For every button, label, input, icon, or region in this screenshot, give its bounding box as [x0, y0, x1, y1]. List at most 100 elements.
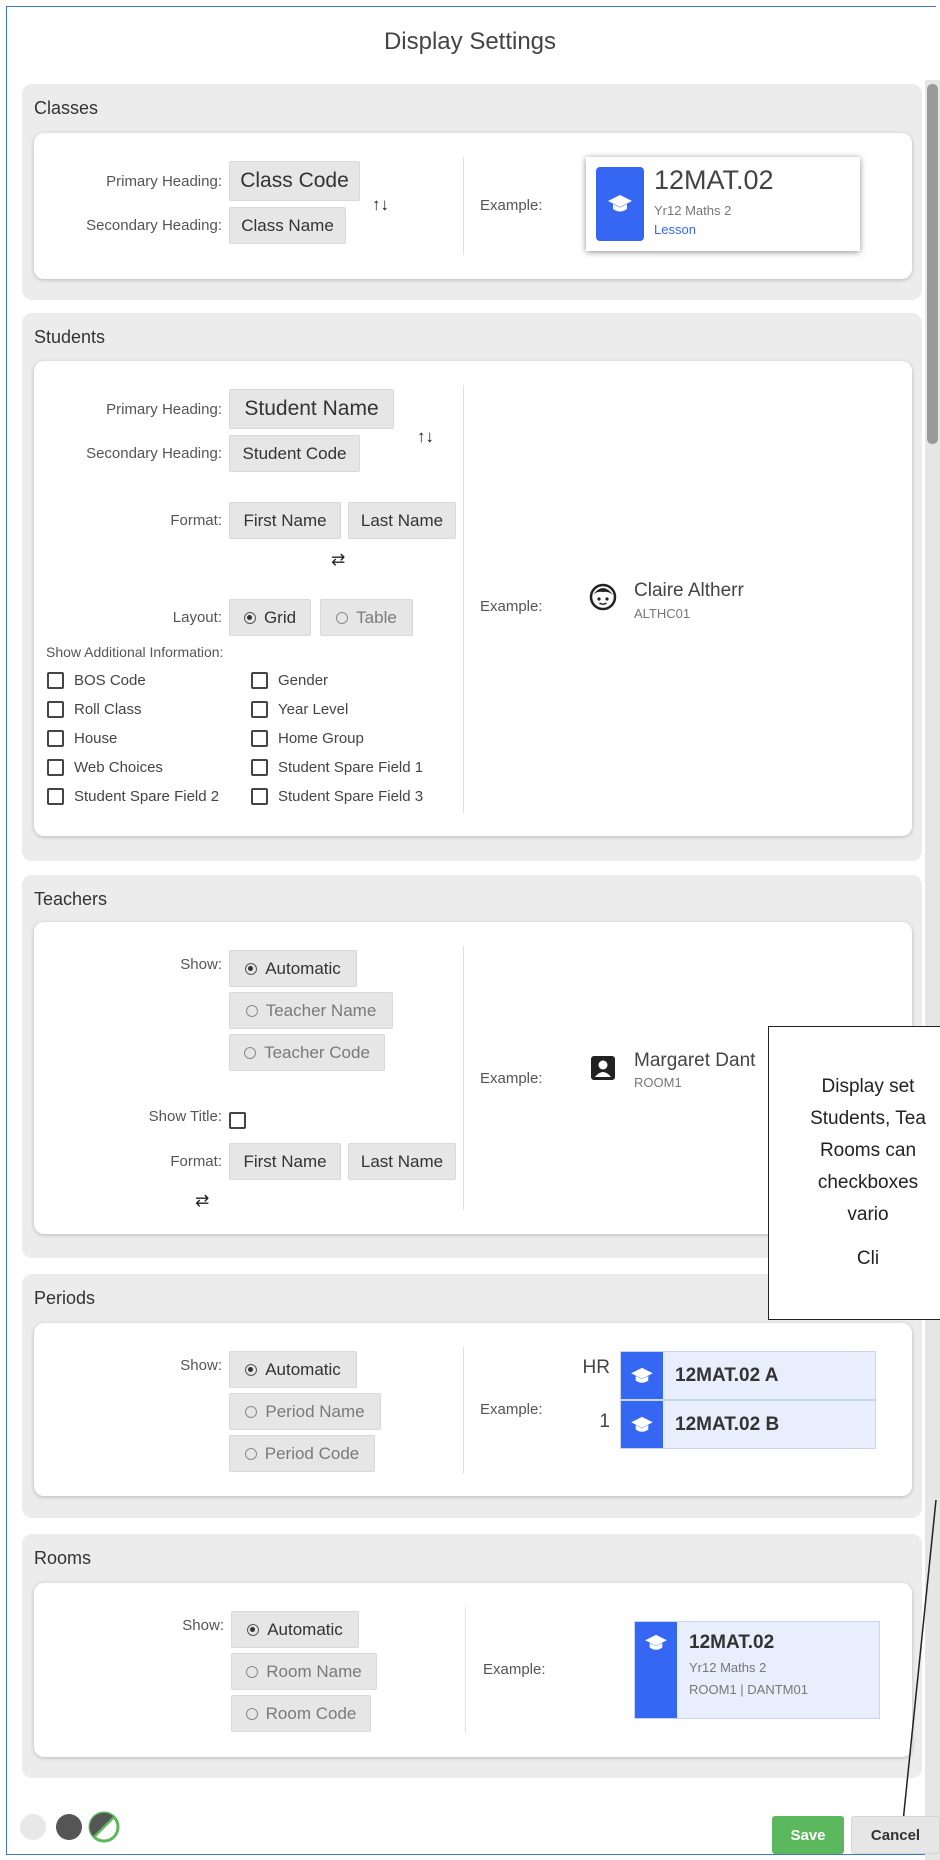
example-label: Example: [480, 1401, 543, 1418]
format-last-name-button[interactable]: Last Name [348, 1143, 456, 1180]
room-show-name-radio[interactable]: Room Name [231, 1653, 377, 1690]
swap-headings-icon[interactable]: ↑↓ [417, 427, 434, 447]
section-title: Students [34, 327, 106, 347]
checkbox-bos-code[interactable]: BOS Code [47, 672, 146, 689]
scrollbar-thumb[interactable] [927, 84, 938, 444]
radio-empty-icon [245, 1405, 258, 1418]
primary-heading-button[interactable]: Student Name [229, 389, 394, 429]
show-title-label: Show Title: [148, 1108, 222, 1125]
checkbox-roll-class[interactable]: Roll Class [47, 701, 142, 718]
radio-empty-icon [245, 1707, 258, 1720]
period-row-hr: 12MAT.02 A [620, 1351, 876, 1400]
checkbox-icon [47, 788, 64, 805]
checkbox-house[interactable]: House [47, 730, 117, 747]
checkbox-gender[interactable]: Gender [251, 672, 328, 689]
checkbox-icon [251, 730, 268, 747]
class-icon [596, 167, 644, 241]
format-label: Format: [170, 1153, 222, 1170]
show-label: Show: [182, 1617, 224, 1634]
checkbox-icon [47, 759, 64, 776]
section-rooms: Rooms Show: Automatic Room Name Room Cod… [22, 1534, 922, 1778]
student-example-name: Claire Altherr [634, 580, 744, 601]
checkbox-year-level[interactable]: Year Level [251, 701, 348, 718]
radio-empty-icon [244, 1046, 257, 1059]
checkbox-web-choices[interactable]: Web Choices [47, 759, 163, 776]
show-title-checkbox[interactable] [229, 1112, 256, 1129]
layout-label: Layout: [172, 609, 222, 626]
classes-card: Primary Heading: Class Code Secondary He… [34, 133, 912, 279]
theme-auto-icon[interactable] [88, 1811, 120, 1848]
checkbox-icon [251, 701, 268, 718]
example-label: Example: [480, 197, 543, 214]
dialog-title: Display Settings [383, 28, 557, 55]
format-label: Format: [170, 512, 222, 529]
radio-empty-icon [336, 611, 349, 624]
room-example-code: 12MAT.02 [689, 1632, 775, 1653]
theme-dark-icon[interactable] [56, 1814, 82, 1840]
secondary-heading-button[interactable]: Class Name [229, 207, 346, 244]
room-example-card: 12MAT.02 Yr12 Maths 2 ROOM1 | DANTM01 [634, 1621, 880, 1719]
format-first-name-button[interactable]: First Name [229, 1143, 341, 1180]
primary-heading-button[interactable]: Class Code [229, 161, 360, 201]
section-title: Rooms [34, 1548, 92, 1568]
checkbox-home-group[interactable]: Home Group [251, 730, 364, 747]
period-show-code-radio[interactable]: Period Code [229, 1435, 375, 1472]
checkbox-icon [251, 788, 268, 805]
primary-heading-label: Primary Heading: [106, 173, 222, 190]
class-icon [635, 1622, 677, 1718]
teacher-show-code-radio[interactable]: Teacher Code [229, 1034, 385, 1071]
secondary-heading-label: Secondary Heading: [86, 217, 222, 234]
example-label: Example: [480, 1070, 543, 1087]
tutorial-callout: Display set Students, Tea Rooms can chec… [768, 1026, 940, 1320]
theme-light-icon[interactable] [20, 1814, 46, 1840]
teacher-example-room: ROOM1 [634, 1075, 682, 1090]
student-example-code: ALTHC01 [634, 606, 691, 621]
students-card: Primary Heading: Student Name Secondary … [34, 361, 912, 836]
checkbox-icon [47, 701, 64, 718]
radio-selected-icon [245, 962, 258, 975]
checkbox-student-spare-field-2[interactable]: Student Spare Field 2 [47, 788, 219, 805]
format-last-name-button[interactable]: Last Name [348, 502, 456, 539]
example-label: Example: [480, 598, 543, 615]
class-example-card: 12MAT.02 Yr12 Maths 2 Lesson [586, 157, 860, 251]
room-example-name: Yr12 Maths 2 [689, 1660, 767, 1675]
class-icon [621, 1401, 663, 1448]
additional-info-label: Show Additional Information: [46, 644, 224, 660]
show-label: Show: [180, 956, 222, 973]
example-label: Example: [483, 1661, 546, 1678]
radio-empty-icon [246, 1665, 259, 1678]
swap-format-icon[interactable]: ⇄ [195, 1191, 209, 1211]
layout-grid-radio[interactable]: Grid [229, 599, 311, 636]
room-show-automatic-radio[interactable]: Automatic [231, 1611, 359, 1648]
checkbox-icon [251, 759, 268, 776]
periods-card: Show: Automatic Period Name Period Code … [34, 1323, 912, 1496]
student-face-icon [588, 582, 618, 617]
secondary-heading-label: Secondary Heading: [86, 445, 222, 462]
swap-format-icon[interactable]: ⇄ [331, 550, 345, 570]
period-1-label: 1 [599, 1411, 610, 1432]
section-title: Classes [34, 98, 99, 118]
period-row-label: 12MAT.02 A [675, 1365, 779, 1386]
radio-empty-icon [245, 1004, 258, 1017]
section-classes: Classes Primary Heading: Class Code Seco… [22, 84, 922, 300]
checkbox-icon [229, 1112, 246, 1129]
checkbox-student-spare-field-3[interactable]: Student Spare Field 3 [251, 788, 423, 805]
secondary-heading-button[interactable]: Student Code [229, 435, 360, 472]
teacher-show-name-radio[interactable]: Teacher Name [229, 992, 393, 1029]
checkbox-icon [47, 672, 64, 689]
layout-table-radio[interactable]: Table [320, 599, 413, 636]
save-button[interactable]: Save [772, 1816, 844, 1854]
swap-headings-icon[interactable]: ↑↓ [372, 195, 389, 215]
period-show-automatic-radio[interactable]: Automatic [229, 1351, 357, 1388]
room-show-code-radio[interactable]: Room Code [231, 1695, 371, 1732]
period-show-name-radio[interactable]: Period Name [229, 1393, 381, 1430]
checkbox-student-spare-field-1[interactable]: Student Spare Field 1 [251, 759, 423, 776]
teacher-show-automatic-radio[interactable]: Automatic [229, 950, 357, 987]
format-first-name-button[interactable]: First Name [229, 502, 341, 539]
teacher-badge-icon [590, 1055, 616, 1086]
section-students: Students Primary Heading: Student Name S… [22, 313, 922, 861]
primary-heading-label: Primary Heading: [106, 401, 222, 418]
section-title: Periods [34, 1288, 96, 1308]
section-title: Teachers [34, 889, 108, 909]
cancel-button[interactable]: Cancel [851, 1816, 940, 1854]
